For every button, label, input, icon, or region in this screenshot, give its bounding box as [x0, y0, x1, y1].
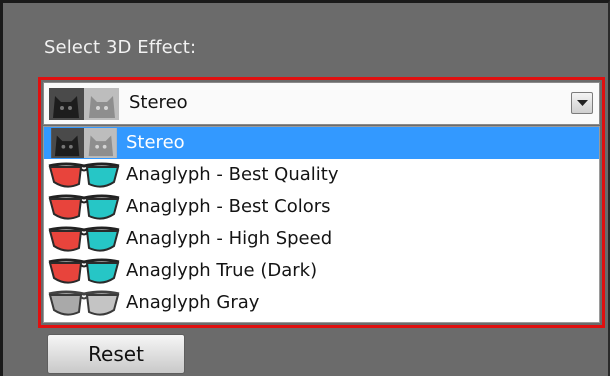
list-item-label: Anaglyph - Best Colors: [126, 196, 331, 217]
list-item-label: Anaglyph True (Dark): [126, 260, 318, 281]
cat-stereo-thumbnail-icon: [49, 88, 119, 120]
list-item-stereo[interactable]: Stereo: [44, 127, 599, 159]
red-cyan-glasses-icon: [46, 256, 122, 286]
list-item-anaglyph-gray[interactable]: Anaglyph Gray: [44, 287, 599, 319]
list-item-anaglyph-high-speed[interactable]: Anaglyph - High Speed: [44, 223, 599, 255]
red-cyan-glasses-icon: [46, 192, 122, 222]
effect-panel: Select 3D Effect: Stereo Stereo Anaglyph…: [0, 0, 610, 376]
gray-glasses-icon: [46, 288, 122, 318]
list-item-anaglyph-best-colors[interactable]: Anaglyph - Best Colors: [44, 191, 599, 223]
panel-heading: Select 3D Effect:: [44, 37, 197, 58]
effect-select[interactable]: Stereo: [43, 82, 600, 125]
red-cyan-glasses-icon: [46, 160, 122, 190]
list-item-label: Anaglyph Gray: [126, 292, 260, 313]
cat-stereo-thumbnail-icon: [46, 128, 122, 158]
effect-dropdown-list: Stereo Anaglyph - Best Quality Anaglyph …: [43, 126, 600, 323]
dropdown-arrow-button[interactable]: [571, 92, 593, 114]
list-item-label: Anaglyph - Best Quality: [126, 164, 339, 185]
reset-button[interactable]: Reset: [47, 334, 185, 374]
chevron-down-icon: [577, 100, 588, 106]
list-item-label: Anaglyph - High Speed: [126, 228, 333, 249]
list-item-label: Stereo: [126, 132, 185, 153]
effect-select-value: Stereo: [129, 92, 188, 113]
list-item-anaglyph-true-dark[interactable]: Anaglyph True (Dark): [44, 255, 599, 287]
list-item-anaglyph-best-quality[interactable]: Anaglyph - Best Quality: [44, 159, 599, 191]
red-cyan-glasses-icon: [46, 224, 122, 254]
